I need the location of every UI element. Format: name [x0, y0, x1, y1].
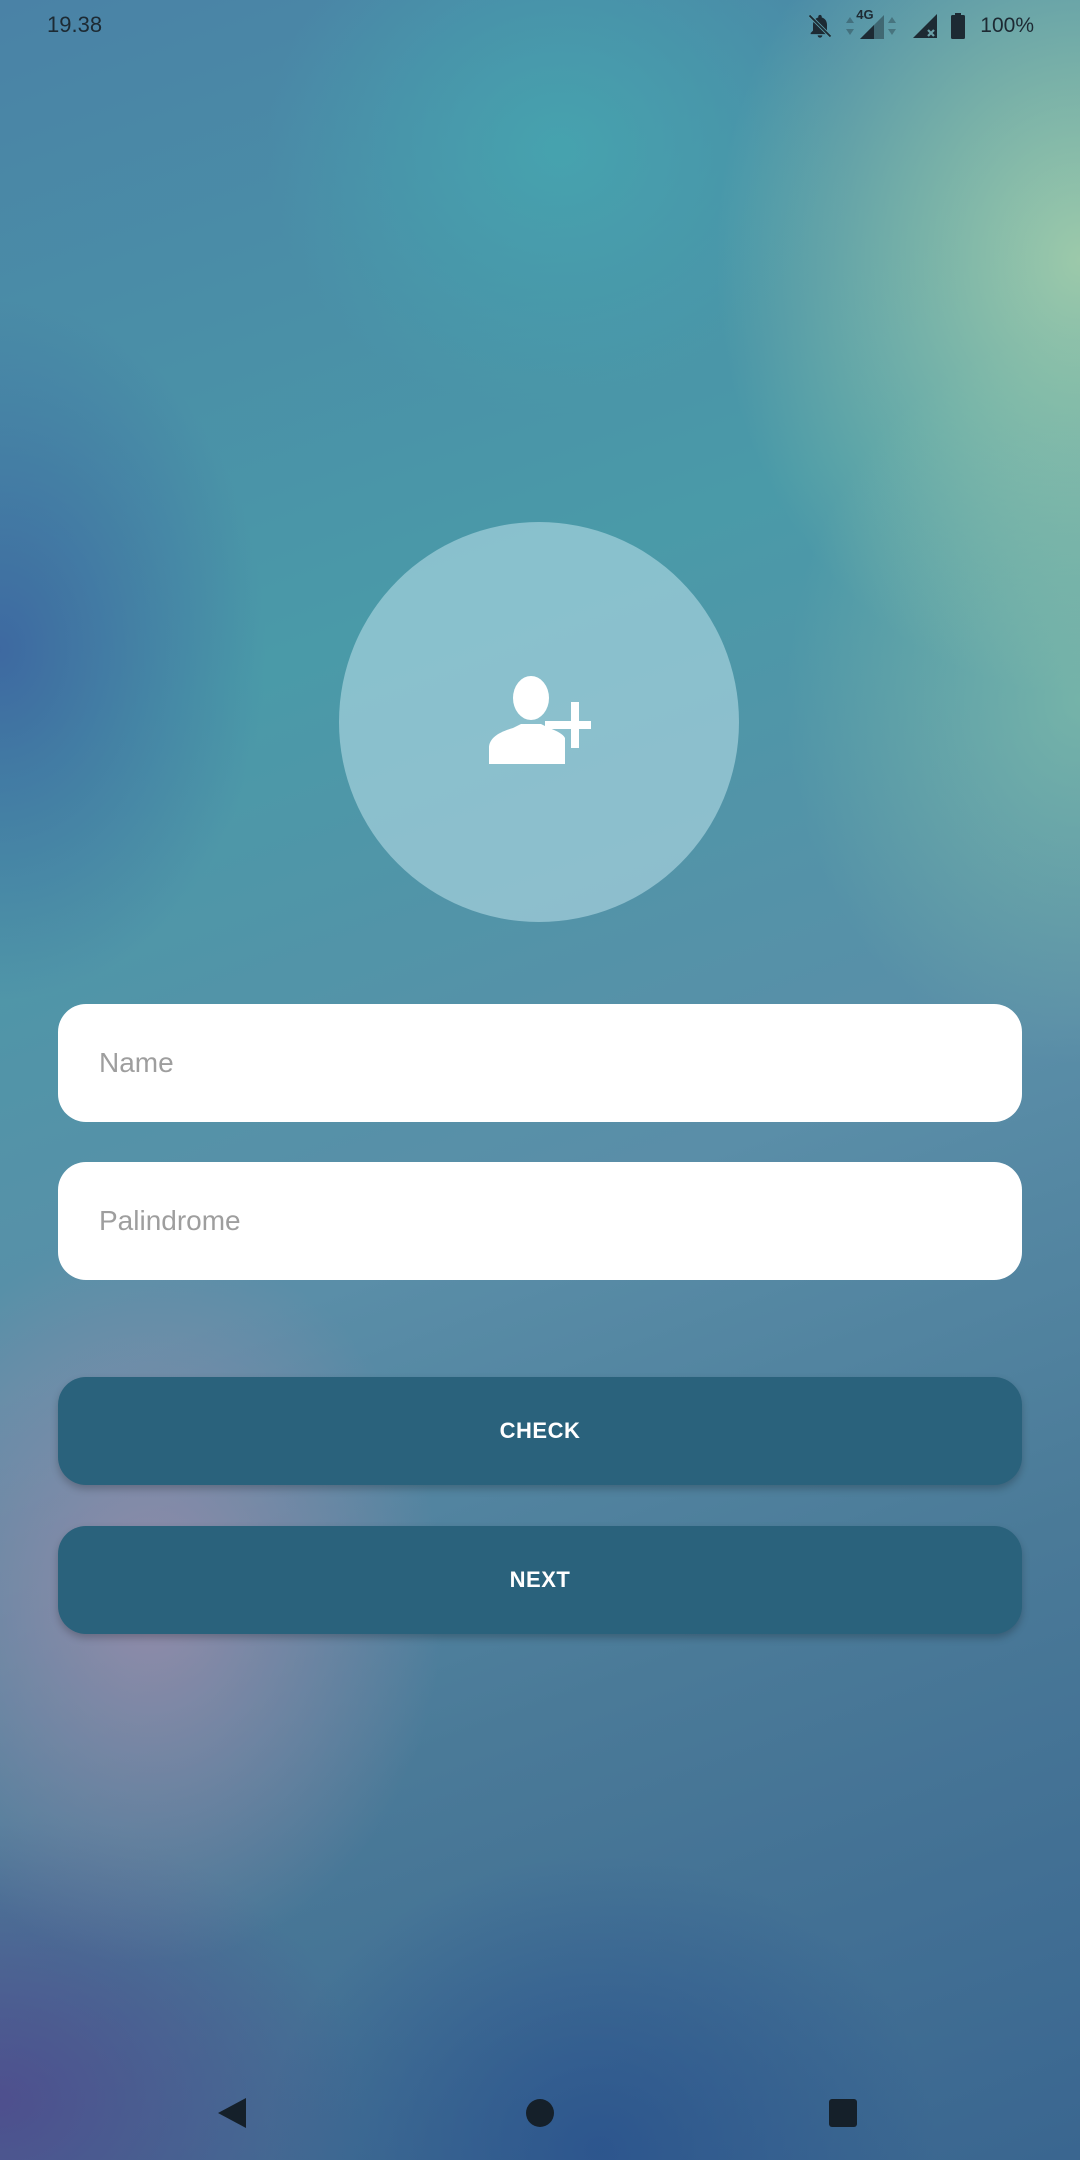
battery-icon — [950, 12, 966, 40]
signal-no-sim-icon — [910, 11, 940, 41]
palindrome-field[interactable] — [58, 1162, 1022, 1280]
home-icon — [525, 2098, 555, 2132]
add-user-icon — [487, 674, 591, 770]
back-icon — [216, 2096, 248, 2134]
check-button[interactable]: CHECK — [58, 1377, 1022, 1485]
status-time: 19.38 — [47, 12, 103, 37]
recents-icon — [828, 2098, 858, 2132]
bell-off-icon — [806, 12, 834, 40]
signal-4g-icon: 4G — [844, 7, 900, 41]
back-button[interactable] — [207, 2090, 257, 2140]
battery-percentage: 100% — [980, 14, 1034, 37]
name-input[interactable] — [97, 1046, 1022, 1080]
home-button[interactable] — [515, 2090, 565, 2140]
avatar-picker[interactable] — [339, 522, 739, 922]
network-type-label: 4G — [856, 7, 874, 22]
navigation-bar — [0, 2070, 1080, 2160]
name-field[interactable] — [58, 1004, 1022, 1122]
next-button[interactable]: NEXT — [58, 1526, 1022, 1634]
palindrome-input[interactable] — [97, 1204, 1022, 1238]
recents-button[interactable] — [818, 2090, 868, 2140]
status-bar: 19.38 4G 100% — [0, 0, 1080, 52]
status-icons: 4G 100% — [806, 7, 1034, 42]
